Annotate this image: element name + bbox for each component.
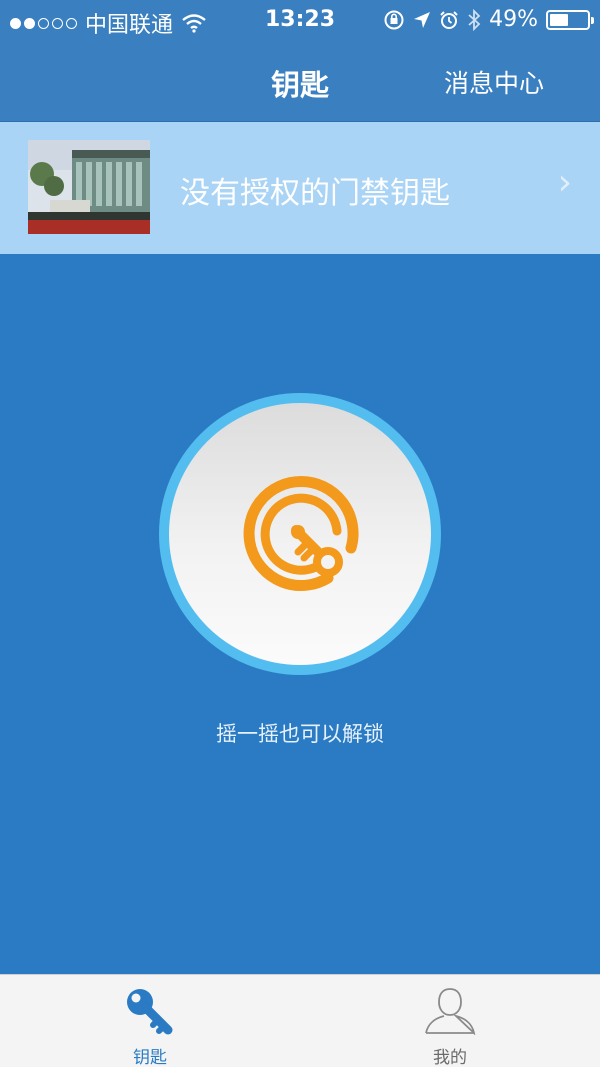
location-icon — [414, 11, 431, 28]
tab-profile-label: 我的 — [433, 1048, 467, 1067]
unlock-button-face — [169, 403, 431, 665]
orientation-lock-icon — [384, 10, 404, 29]
tab-profile[interactable]: 我的 — [300, 975, 600, 1067]
battery-icon — [546, 9, 594, 30]
status-bar-right: 49% — [383, 7, 594, 32]
person-icon — [425, 988, 476, 1035]
message-center-button[interactable]: 消息中心 — [444, 64, 544, 100]
banner-label: 没有授权的门禁钥匙 — [180, 176, 450, 211]
shake-hint: 摇一摇也可以解锁 — [216, 722, 384, 746]
status-bar: 中国联通 13:23 49% — [0, 0, 600, 40]
bluetooth-icon — [468, 8, 481, 31]
tab-bar: 钥匙 我的 — [0, 974, 600, 1067]
building-photo — [28, 140, 150, 234]
alarm-icon — [440, 10, 458, 29]
tab-keys-label: 钥匙 — [133, 1048, 167, 1067]
unlock-button[interactable] — [159, 393, 441, 675]
door-key-banner[interactable]: 没有授权的门禁钥匙 › — [0, 122, 600, 254]
key-icon — [127, 989, 173, 1035]
nav-bar: 钥匙 消息中心 — [0, 40, 600, 122]
tab-keys[interactable]: 钥匙 — [0, 975, 300, 1067]
key-icon — [243, 476, 359, 591]
battery-percent: 49% — [489, 7, 538, 32]
chevron-right-icon: › — [557, 162, 572, 203]
battery-fill — [550, 13, 568, 26]
